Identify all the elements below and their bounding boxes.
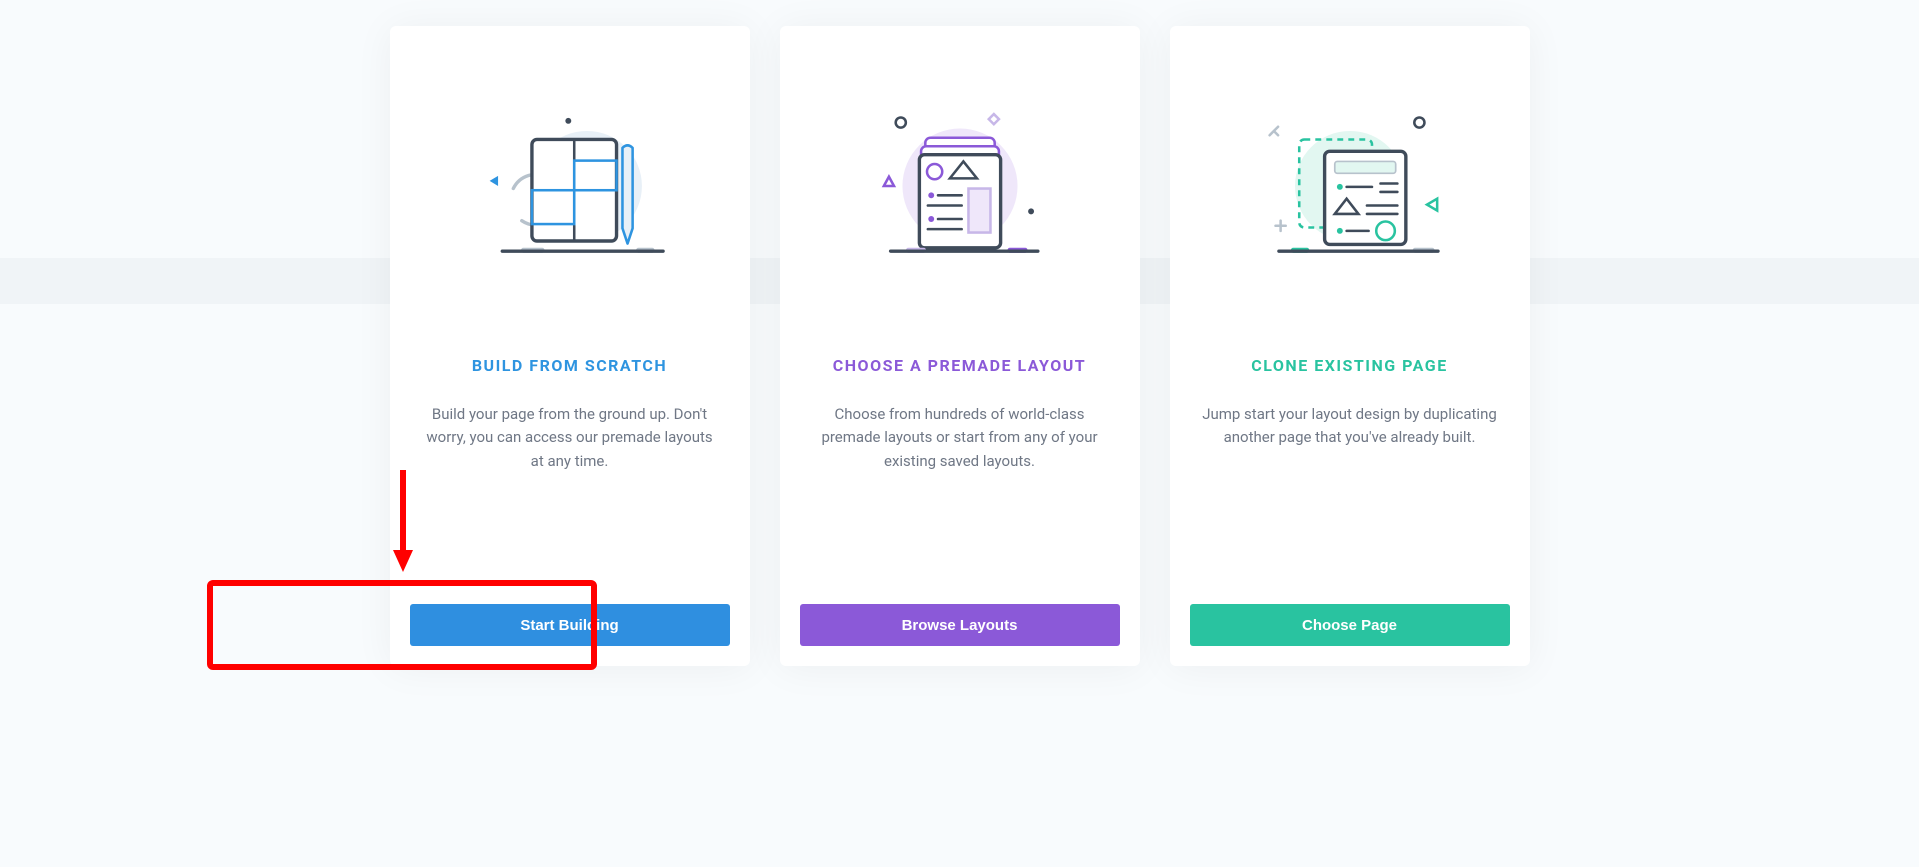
card-premade-layout[interactable]: CHOOSE A PREMADE LAYOUT Choose from hund… (780, 26, 1140, 666)
button-label: Browse Layouts (902, 617, 1018, 634)
grid-pencil-icon (460, 91, 680, 281)
choose-page-button[interactable]: Choose Page (1190, 604, 1510, 646)
illustration-premade (850, 96, 1070, 276)
browse-layouts-button[interactable]: Browse Layouts (800, 604, 1120, 646)
card-description: Build your page from the ground up. Don'… (422, 403, 718, 473)
card-clone-page[interactable]: CLONE EXISTING PAGE Jump start your layo… (1170, 26, 1530, 666)
clone-page-icon (1240, 91, 1460, 281)
layout-stack-icon (850, 91, 1070, 281)
illustration-scratch (460, 96, 680, 276)
card-description: Choose from hundreds of world-class prem… (812, 403, 1108, 473)
card-build-from-scratch[interactable]: BUILD FROM SCRATCH Build your page from … (390, 26, 750, 666)
cards-row: BUILD FROM SCRATCH Build your page from … (0, 0, 1919, 666)
card-description: Jump start your layout design by duplica… (1202, 403, 1498, 450)
card-title: CHOOSE A PREMADE LAYOUT (833, 356, 1086, 375)
button-label: Start Building (520, 617, 618, 634)
illustration-clone (1240, 96, 1460, 276)
card-title: BUILD FROM SCRATCH (472, 356, 667, 375)
start-building-button[interactable]: Start Building (410, 604, 730, 646)
card-title: CLONE EXISTING PAGE (1251, 356, 1447, 375)
button-label: Choose Page (1302, 617, 1397, 634)
